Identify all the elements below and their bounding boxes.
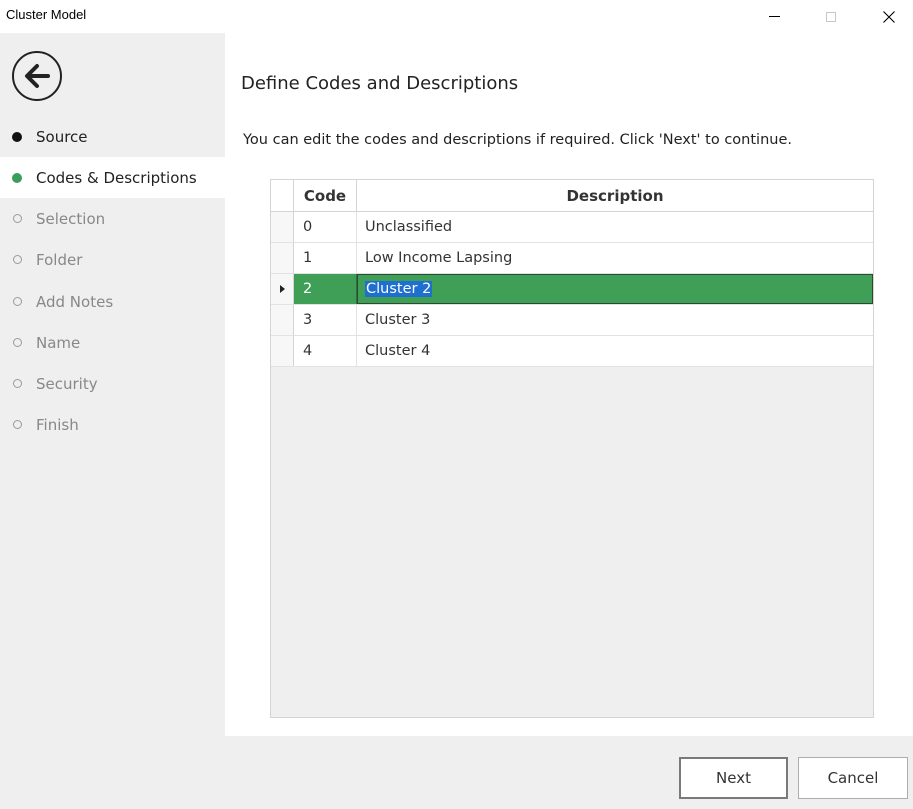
row-selector[interactable]	[271, 243, 294, 273]
minimize-button[interactable]	[751, 0, 797, 33]
description-cell-editing[interactable]: Cluster 2	[357, 274, 873, 304]
code-cell[interactable]: 1	[294, 243, 357, 273]
step-label: Source	[36, 127, 88, 146]
cancel-button[interactable]: Cancel	[798, 757, 908, 799]
row-selector[interactable]	[271, 274, 294, 304]
step-label: Folder	[36, 250, 83, 269]
step-complete-icon	[12, 131, 22, 142]
description-cell[interactable]: Cluster 3	[357, 305, 873, 335]
step-pending-icon	[13, 297, 22, 306]
step-pending-icon	[13, 255, 22, 264]
table-row[interactable]: 3 Cluster 3	[271, 305, 873, 336]
step-pending-icon	[13, 420, 22, 429]
next-button[interactable]: Next	[679, 757, 788, 799]
codes-grid[interactable]: Code Description 0 Unclassified 1 Low In…	[270, 179, 874, 718]
code-cell[interactable]: 3	[294, 305, 357, 335]
page-title: Define Codes and Descriptions	[241, 73, 519, 94]
title-bar: Cluster Model	[0, 0, 913, 33]
row-selector[interactable]	[271, 212, 294, 242]
step-pending-icon	[13, 338, 22, 347]
code-cell[interactable]: 4	[294, 336, 357, 366]
step-finish[interactable]: Finish	[0, 404, 225, 445]
grid-header: Code Description	[271, 180, 873, 212]
description-cell[interactable]: Low Income Lapsing	[357, 243, 873, 273]
row-selector-header	[271, 180, 294, 211]
step-codes-descriptions[interactable]: Codes & Descriptions	[0, 157, 225, 198]
row-selector[interactable]	[271, 305, 294, 335]
step-label: Codes & Descriptions	[36, 168, 197, 187]
step-label: Finish	[36, 415, 79, 434]
maximize-button[interactable]	[808, 0, 854, 33]
step-label: Security	[36, 374, 98, 393]
step-add-notes[interactable]: Add Notes	[0, 281, 225, 322]
wizard-sidebar: Source Codes & Descriptions Selection Fo…	[0, 33, 225, 809]
step-selection[interactable]: Selection	[0, 198, 225, 239]
step-name[interactable]: Name	[0, 322, 225, 363]
main-panel: Define Codes and Descriptions You can ed…	[225, 52, 913, 736]
close-icon	[883, 10, 895, 23]
instruction-text: You can edit the codes and descriptions …	[243, 132, 792, 148]
triangle-right-icon	[279, 285, 285, 293]
footer-bar: Next Cancel	[225, 736, 913, 809]
step-label: Selection	[36, 209, 106, 228]
step-label: Add Notes	[36, 292, 114, 311]
step-current-icon	[12, 172, 22, 183]
step-source[interactable]: Source	[0, 116, 225, 157]
column-header-code[interactable]: Code	[294, 180, 357, 211]
window-title: Cluster Model	[6, 7, 87, 22]
step-pending-icon	[13, 379, 22, 388]
code-cell[interactable]: 0	[294, 212, 357, 242]
code-cell[interactable]: 2	[294, 274, 357, 304]
description-cell[interactable]: Unclassified	[357, 212, 873, 242]
arrow-left-circle-icon	[12, 51, 62, 101]
back-button[interactable]	[11, 50, 63, 102]
table-row[interactable]: 1 Low Income Lapsing	[271, 243, 873, 274]
step-pending-icon	[13, 214, 22, 223]
row-selector[interactable]	[271, 336, 294, 366]
column-header-description[interactable]: Description	[357, 180, 873, 211]
step-security[interactable]: Security	[0, 363, 225, 404]
minimize-icon	[768, 16, 780, 17]
close-button[interactable]	[866, 0, 912, 33]
step-label: Name	[36, 333, 81, 352]
step-folder[interactable]: Folder	[0, 239, 225, 280]
table-row[interactable]: 4 Cluster 4	[271, 336, 873, 367]
description-edit-input[interactable]: Cluster 2	[365, 281, 433, 297]
maximize-icon	[826, 11, 836, 22]
table-row[interactable]: 0 Unclassified	[271, 212, 873, 243]
description-cell[interactable]: Cluster 4	[357, 336, 873, 366]
table-row-selected[interactable]: 2 Cluster 2	[271, 274, 873, 305]
